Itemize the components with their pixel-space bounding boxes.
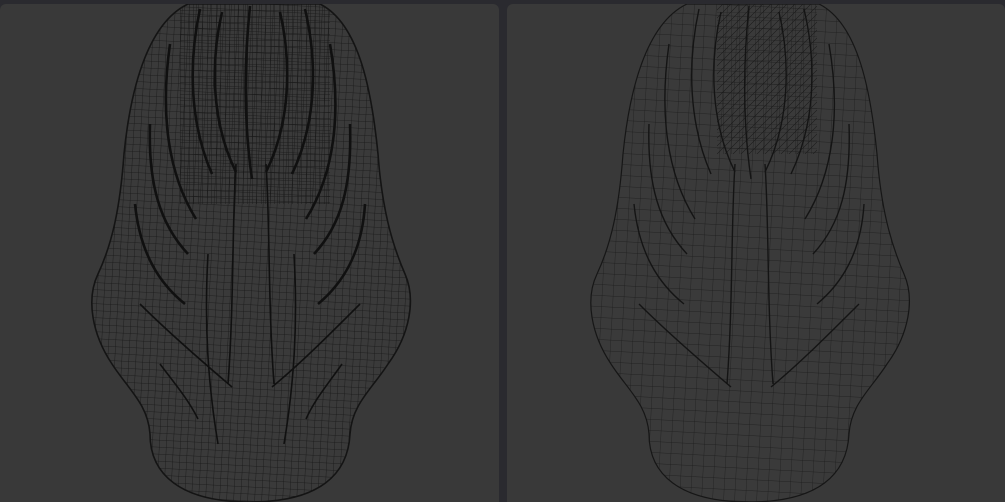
viewport-right[interactable] xyxy=(507,4,1005,502)
app-window xyxy=(0,0,1005,502)
viewport-left[interactable] xyxy=(0,4,499,502)
hair-mesh-dense-wireframe xyxy=(91,4,412,502)
hair-mesh-light-wireframe xyxy=(590,4,910,502)
